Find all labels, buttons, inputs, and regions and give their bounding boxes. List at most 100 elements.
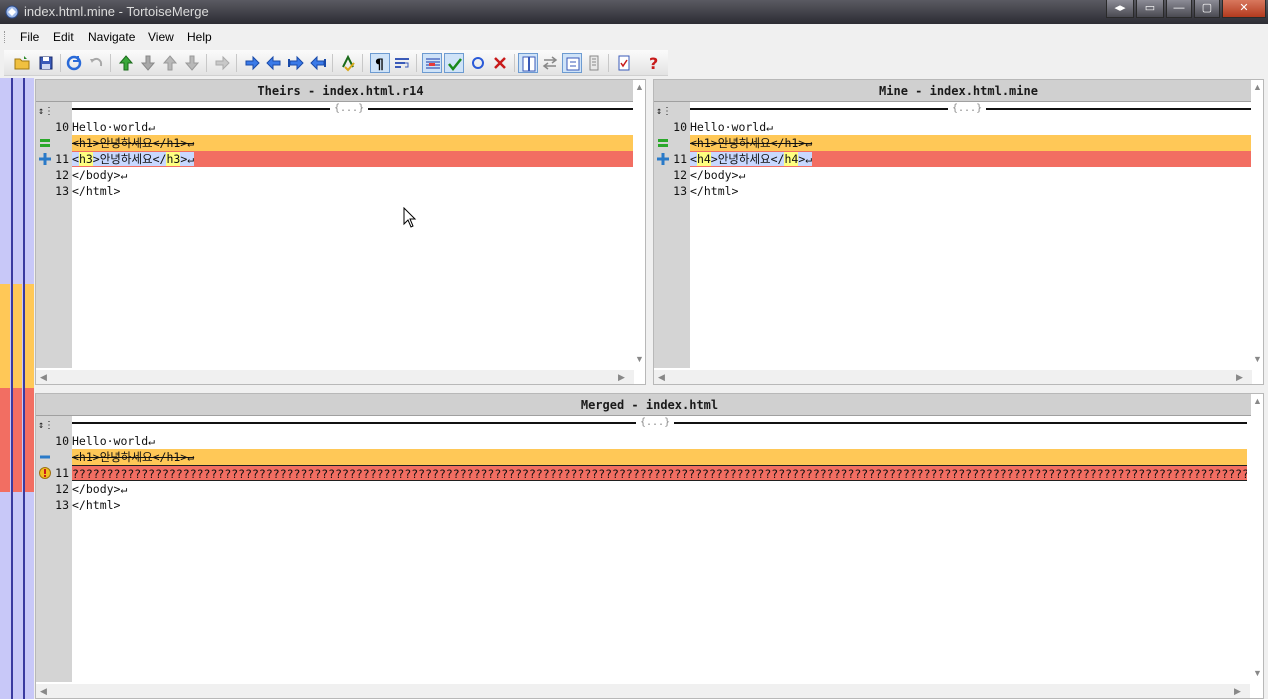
mine-code-area[interactable]: {...} Hello·world↵ <h1>안녕하세요</h1>↵ <h4>안… <box>690 102 1251 368</box>
code-line: </body>↵ <box>72 168 128 182</box>
wrap-icon[interactable] <box>392 53 412 73</box>
merged-code-area[interactable]: {...} Hello·world↵ <h1>안녕하세요</h1>↵ ?????… <box>72 416 1247 682</box>
inline-diff-icon[interactable] <box>422 53 442 73</box>
fold-toggle-icon[interactable]: ↕⋮ <box>38 419 54 433</box>
line-number: 11 <box>36 151 72 167</box>
line-diff-icon[interactable] <box>584 53 604 73</box>
minimize-button[interactable]: — <box>1166 0 1192 18</box>
tortoisemerge-app-icon <box>5 5 19 19</box>
code-line: Hello·world↵ <box>72 434 156 448</box>
svg-text:¶: ¶ <box>375 57 384 73</box>
theirs-horizontal-scrollbar[interactable]: ◀ ▶ <box>36 370 634 384</box>
prev-diff-up-icon[interactable] <box>116 53 136 73</box>
remove-icon[interactable] <box>490 53 510 73</box>
collapsed-section[interactable]: {...} <box>72 102 633 118</box>
swap-icon[interactable] <box>540 53 560 73</box>
mine-pane-title: Mine - index.html.mine <box>654 80 1263 102</box>
toolbar-separator <box>236 54 237 72</box>
save-icon[interactable] <box>36 53 56 73</box>
undo-icon[interactable] <box>86 53 106 73</box>
equal-marker-icon <box>658 139 668 147</box>
last-conflict-icon[interactable] <box>182 53 202 73</box>
menu-view[interactable]: View <box>148 30 174 44</box>
code-fragment: >안녕하세요</ <box>92 152 167 166</box>
first-conflict-icon[interactable] <box>160 53 180 73</box>
code-line: </html> <box>72 184 121 198</box>
code-fragment: < <box>690 152 697 166</box>
next-diff-down-icon[interactable] <box>138 53 158 73</box>
one-pane-icon[interactable] <box>518 53 538 73</box>
line-number: 13 <box>55 184 69 198</box>
aero-peek-button[interactable]: ◂▸ <box>1106 0 1134 18</box>
mine-vertical-scrollbar[interactable]: ▲ ▼ <box>1251 80 1263 370</box>
collapse-icon[interactable] <box>562 53 582 73</box>
collapsed-section[interactable]: {...} <box>72 416 1247 432</box>
collapsed-section-label: {...} <box>948 102 987 117</box>
next-inline-icon[interactable] <box>212 53 232 73</box>
spellcheck-icon[interactable] <box>338 53 358 73</box>
whitespace-icon[interactable]: ¶ <box>370 53 390 73</box>
line-number: 10 <box>55 434 69 448</box>
collapsed-section-label: {...} <box>330 102 369 117</box>
line-number: 12 <box>55 168 69 182</box>
close-window-button[interactable]: ✕ <box>1222 0 1266 18</box>
prev-conflict-left-icon[interactable] <box>264 53 284 73</box>
line-number <box>654 135 690 151</box>
line-number: 13 <box>55 498 69 512</box>
collapsed-section[interactable]: {...} <box>690 102 1251 118</box>
mine-horizontal-scrollbar[interactable]: ◀ ▶ <box>654 370 1252 384</box>
location-removed-marker <box>12 284 22 388</box>
line-number: 11 <box>654 151 690 167</box>
line-number: 10 <box>673 120 687 134</box>
code-line-conflicted: ????????????????????????????????????????… <box>72 465 1247 481</box>
maximize-button[interactable]: ▢ <box>1194 0 1220 18</box>
theirs-code-area[interactable]: {...} Hello·world↵ <h1>안녕하세요</h1>↵ <h3>안… <box>72 102 633 368</box>
mark-resolved-icon[interactable] <box>444 53 464 73</box>
theirs-pane-title: Theirs - index.html.r14 <box>36 80 645 102</box>
title-bar: index.html.mine - TortoiseMerge ◂▸ ▭ — ▢… <box>0 0 1268 24</box>
toolbar: ¶ ? <box>4 50 668 76</box>
code-fragment-changed: h3 <box>166 152 181 166</box>
merged-horizontal-scrollbar[interactable]: ◀ ▶ <box>36 684 1250 698</box>
reload-icon[interactable] <box>64 53 84 73</box>
toolbar-separator <box>362 54 363 72</box>
fold-toggle-icon[interactable]: ↕⋮ <box>38 105 54 119</box>
code-line-removed: <h1>안녕하세요</h1>↵ <box>690 135 1251 151</box>
next-conflict-right-icon[interactable] <box>242 53 262 73</box>
theirs-vertical-scrollbar[interactable]: ▲ ▼ <box>633 80 645 370</box>
code-fragment-changed: h4 <box>784 152 799 166</box>
code-fragment: < <box>72 152 79 166</box>
fold-toggle-icon[interactable]: ↕⋮ <box>656 105 672 119</box>
menu-file[interactable]: File <box>20 30 39 44</box>
code-fragment-changed: h4 <box>696 152 711 166</box>
open-icon[interactable] <box>12 53 32 73</box>
code-fragment: >안녕하세요</ <box>710 152 785 166</box>
location-divider <box>23 78 25 699</box>
line-number: 11 <box>36 465 72 481</box>
merged-pane-title: Merged - index.html <box>36 394 1263 416</box>
line-number: 10 <box>55 120 69 134</box>
toolbar-separator <box>110 54 111 72</box>
circle-icon[interactable] <box>468 53 488 73</box>
line-number: 12 <box>55 482 69 496</box>
conflict-warning-icon <box>39 467 51 479</box>
code-line-conflict: <h4>안녕하세요</h4>↵ <box>690 151 1251 167</box>
menubar-grip <box>4 31 7 43</box>
restore-peek-button[interactable]: ▭ <box>1136 0 1164 18</box>
location-removed-marker <box>24 284 34 388</box>
location-bar[interactable] <box>0 78 34 699</box>
prev-change-icon[interactable] <box>308 53 328 73</box>
settings-icon[interactable] <box>614 53 634 73</box>
merged-vertical-scrollbar[interactable]: ▲ ▼ <box>1251 394 1263 684</box>
equal-marker-icon <box>40 139 50 147</box>
code-line-removed: <h1>안녕하세요</h1>↵ <box>72 449 1247 465</box>
tortoisemerge-window: index.html.mine - TortoiseMerge ◂▸ ▭ — ▢… <box>0 0 1268 699</box>
next-change-icon[interactable] <box>286 53 306 73</box>
theirs-pane: Theirs - index.html.r14 ↕⋮ {...} Hello·w… <box>35 79 646 385</box>
code-line: </body>↵ <box>690 168 746 182</box>
help-icon[interactable]: ? <box>644 53 664 73</box>
menu-edit[interactable]: Edit <box>53 30 74 44</box>
menu-navigate[interactable]: Navigate <box>88 30 135 44</box>
location-removed-marker <box>0 284 10 388</box>
menu-help[interactable]: Help <box>187 30 212 44</box>
